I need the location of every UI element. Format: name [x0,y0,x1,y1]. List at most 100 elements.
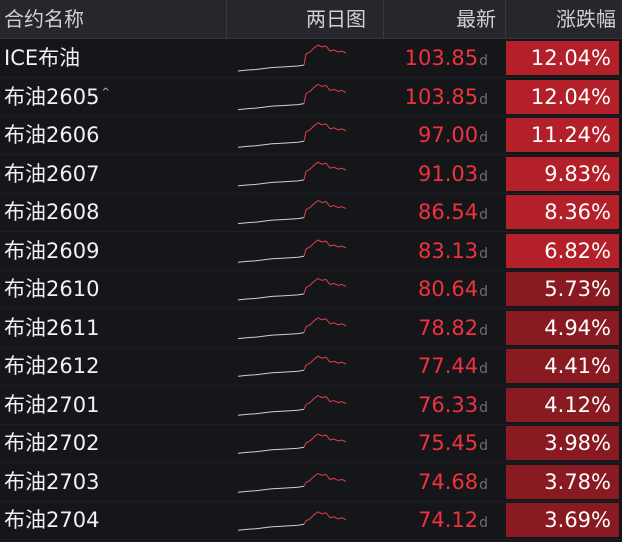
change-percent-badge: 4.12% [506,387,619,422]
price-value: 74.12 [417,508,479,532]
contract-name-text: 布油2606 [4,123,100,147]
delayed-flag: d [479,361,488,377]
table-row[interactable]: 布油2704 74.12d 3.69% [0,501,622,539]
sparkline-day2 [303,433,347,448]
table-row[interactable]: 布油2612 77.44d 4.41% [0,347,622,385]
sparkline-day1 [238,102,305,110]
two-day-sparkline [238,394,347,416]
table-row[interactable]: 布油2701 76.33d 4.12% [0,386,622,424]
header-price[interactable]: 最新 [456,0,496,38]
price-value: 74.68 [417,469,479,494]
contract-name: 布油2610 [4,270,99,308]
contract-name-text: 布油2610 [4,277,100,301]
sparkline-day2 [303,316,347,333]
sparkline-day1 [238,446,305,454]
table-row[interactable]: 布油2609 83.13d 6.82% [0,232,622,270]
price-value: 76.33 [417,392,479,417]
contract-name: 布油2607 [4,155,99,193]
contract-name: 布油2704 [4,501,99,539]
sparkline-day2 [303,238,347,256]
contract-name: 布油2605 ^ [4,78,110,116]
sparkline-day1 [238,523,305,531]
header-divider [383,0,384,38]
contract-name: 布油2611 [4,309,99,347]
change-percent-badge: 6.82% [506,233,619,268]
table-row[interactable]: 布油2611 78.82d 4.94% [0,309,622,347]
contract-name-text: 布油2607 [4,161,100,186]
delayed-flag: d [479,53,488,69]
two-day-sparkline [238,161,347,186]
delayed-flag: d [479,515,488,531]
contract-name: 布油2606 [4,116,99,154]
table-row[interactable]: 布油2607 91.03d 9.83% [0,155,622,193]
contract-name-text: 布油2605 [4,84,100,109]
table-row[interactable]: 布油2702 75.45d 3.98% [0,424,622,462]
price-value: 97.00 [417,123,479,147]
price-value: 103.85 [404,46,479,70]
change-percent-badge: 4.41% [506,349,619,383]
two-day-sparkline [238,511,347,531]
price-value: 83.13 [417,238,479,263]
quote-table: 合约名称 两日图 最新 涨跌幅 ICE布油 103.85d 12.04% 布油2605… [0,0,622,540]
two-day-sparkline [238,277,347,301]
sparkline-day1 [238,217,305,225]
contract-name-text: 布油2608 [4,200,100,224]
table-row[interactable]: 布油2703 74.68d 3.78% [0,463,622,501]
table-row[interactable]: 布油2605 ^ 103.85d 12.04% [0,78,622,116]
sparkline-day2 [303,44,347,66]
contract-name: 布油2612 [4,347,99,385]
delayed-flag: d [479,284,488,300]
table-row[interactable]: 布油2608 86.54d 8.36% [0,193,622,231]
latest-price: 74.12d [418,501,488,539]
price-value: 80.64 [417,277,479,301]
two-day-sparkline [238,83,347,110]
latest-price: 76.33d [418,386,488,424]
sparkline-day2 [303,122,347,142]
contract-name-text: 布油2703 [4,469,100,494]
sparkline-day2 [303,161,347,180]
header-name[interactable]: 合约名称 [4,0,84,38]
latest-price: 86.54d [418,193,488,231]
sparkline-day1 [238,331,305,339]
contract-name-text: 布油2611 [4,315,100,340]
sparkline-day1 [238,64,305,72]
sparkline-day1 [238,178,305,186]
delayed-flag: d [479,245,488,262]
sparkline-day1 [238,369,305,377]
contract-name: 布油2702 [4,424,99,462]
two-day-sparkline [238,200,347,225]
table-header: 合约名称 两日图 最新 涨跌幅 [0,0,622,39]
sparkline-day1 [238,140,305,148]
two-day-sparkline [238,44,347,72]
change-percent-badge: 3.78% [506,464,619,499]
latest-price: 75.45d [418,424,488,462]
table-row[interactable]: ICE布油 103.85d 12.04% [0,39,622,77]
price-value: 77.44 [417,354,479,378]
delayed-flag: d [479,91,488,108]
contract-name-text: 布油2704 [4,508,100,532]
change-percent-badge: 4.94% [506,310,619,345]
sparkline-day2 [303,472,347,486]
contract-name-text: 布油2609 [4,238,100,263]
latest-price: 77.44d [418,347,488,385]
latest-price: 78.82d [418,309,488,347]
two-day-sparkline [238,472,347,493]
price-value: 91.03 [417,161,479,186]
two-day-sparkline [238,122,347,148]
change-percent-badge: 3.69% [506,503,619,537]
main-contract-mark: ^ [101,86,110,98]
change-percent-badge: 12.04% [506,41,619,75]
delayed-flag: d [479,130,488,146]
delayed-flag: d [479,438,488,454]
delayed-flag: d [479,207,488,223]
sparkline-day1 [238,485,305,493]
price-value: 78.82 [417,315,479,340]
table-row[interactable]: 布油2606 97.00d 11.24% [0,116,622,154]
header-change[interactable]: 涨跌幅 [556,0,616,38]
table-row[interactable]: 布油2610 80.64d 5.73% [0,270,622,308]
header-chart[interactable]: 两日图 [306,0,366,38]
two-day-sparkline [238,238,347,263]
change-percent-badge: 12.04% [506,79,619,114]
header-divider [226,0,227,38]
change-percent-badge: 9.83% [506,156,619,191]
